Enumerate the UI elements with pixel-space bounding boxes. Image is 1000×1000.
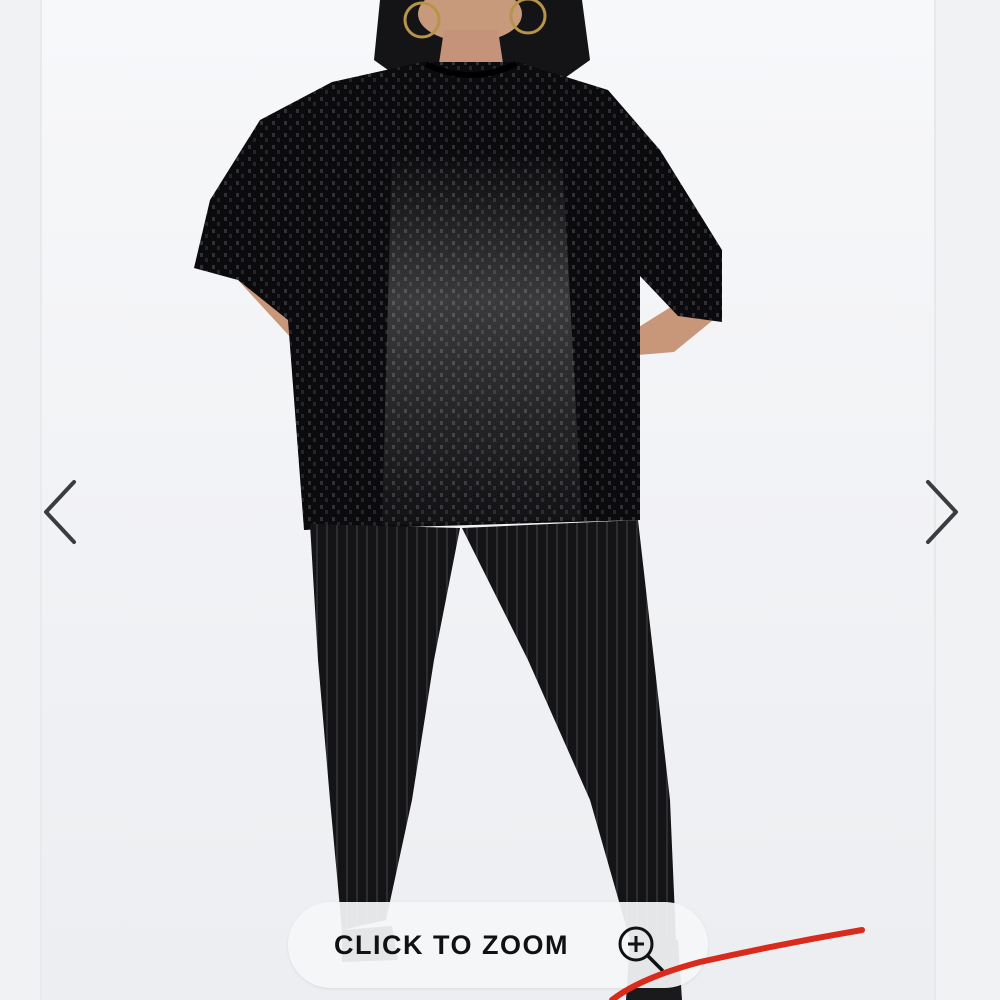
zoom-in-icon: [618, 926, 664, 972]
previous-image-button[interactable]: [40, 478, 80, 548]
zoom-label: CLICK TO ZOOM: [334, 930, 569, 960]
click-to-zoom-button[interactable]: CLICK TO ZOOM: [288, 902, 708, 988]
chevron-right-icon: [926, 480, 958, 544]
chevron-left-icon: [44, 480, 76, 544]
next-image-button[interactable]: [922, 478, 962, 548]
model-wearing-sequin-set-illustration: [194, 0, 722, 1000]
product-image-viewer: CLICK TO ZOOM: [0, 0, 1000, 1000]
product-photo[interactable]: [42, 0, 934, 1000]
previous-image-peek[interactable]: [0, 0, 42, 1000]
